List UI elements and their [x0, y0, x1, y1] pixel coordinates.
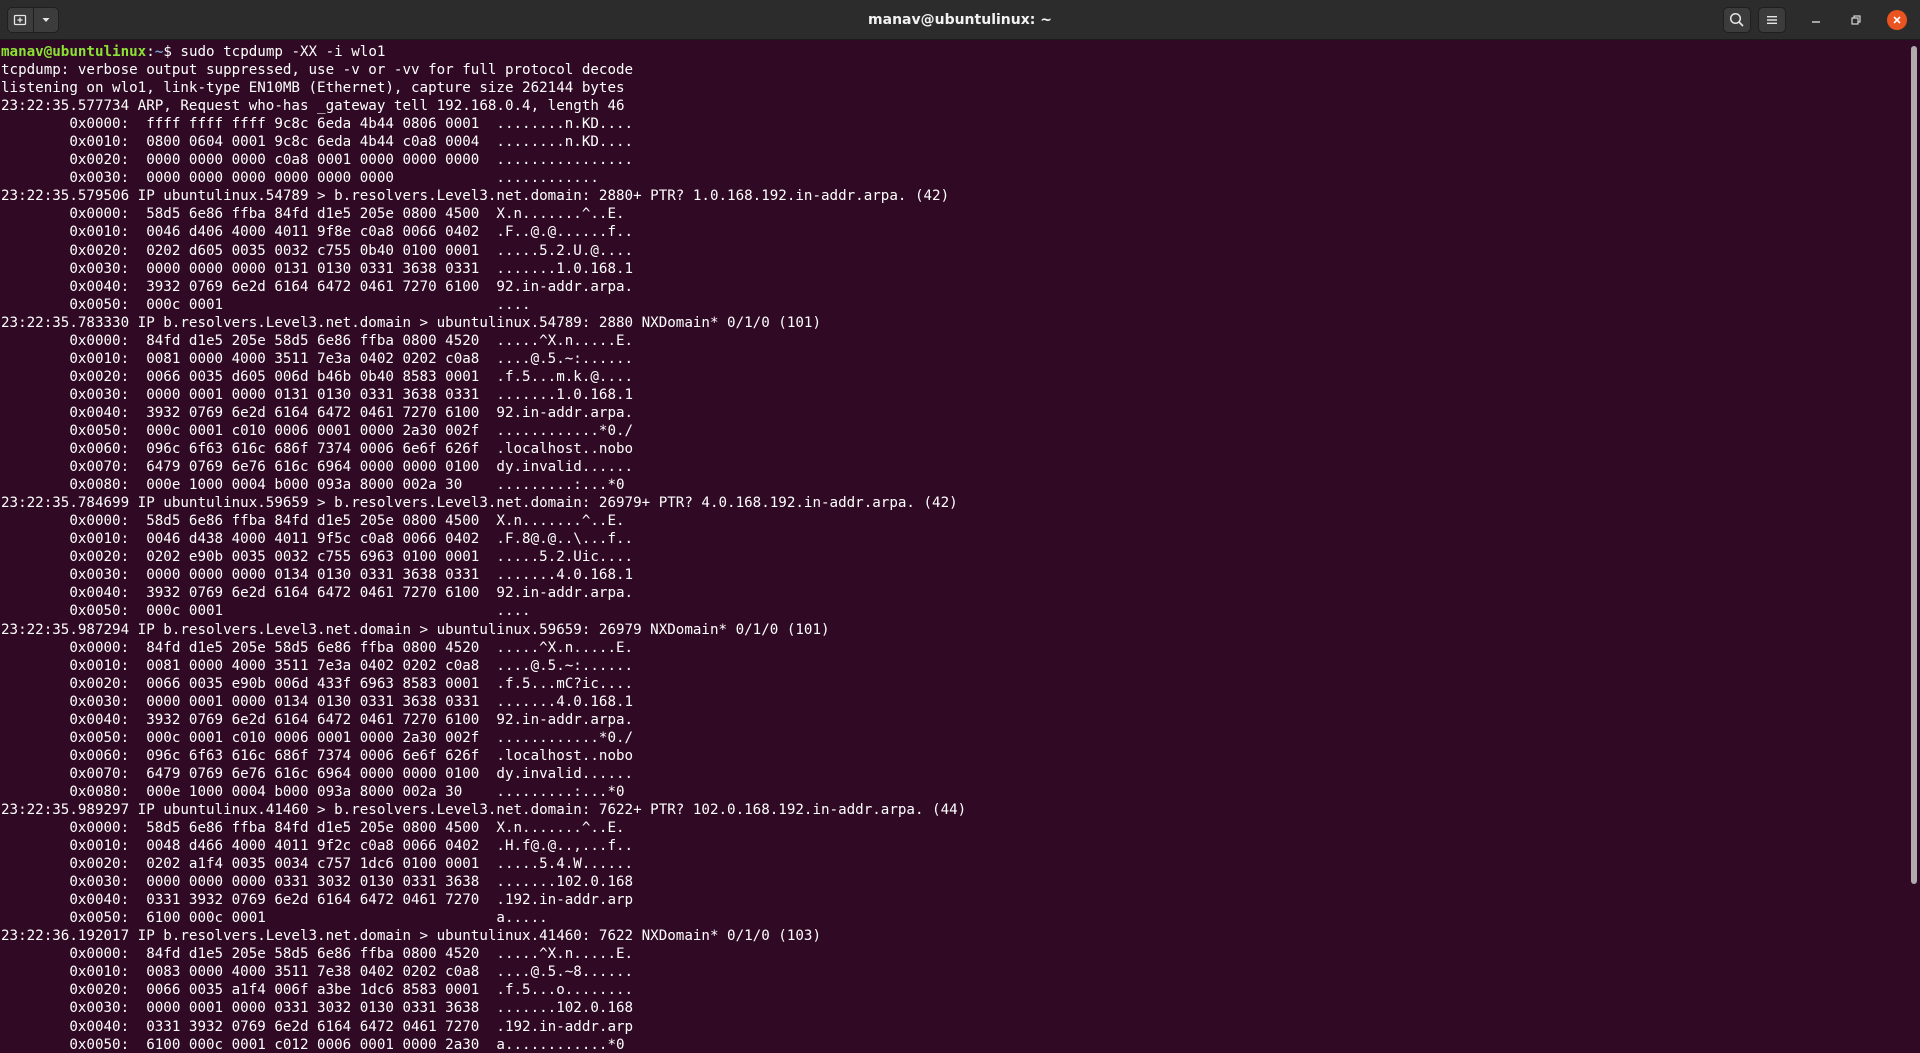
terminal-line: 0x0000: 58d5 6e86 ffba 84fd d1e5 205e 08…	[1, 820, 625, 837]
terminal-line: 0x0040: 0331 3932 0769 6e2d 6164 6472 04…	[1, 1018, 634, 1035]
terminal-line: 0x0000: 84fd d1e5 205e 58d5 6e86 ffba 08…	[1, 332, 634, 349]
terminal-line: 0x0000: 58d5 6e86 ffba 84fd d1e5 205e 08…	[1, 206, 625, 223]
terminal-line: 0x0040: 0331 3932 0769 6e2d 6164 6472 04…	[1, 892, 634, 909]
terminal-line: 23:22:36.192017 IP b.resolvers.Level3.ne…	[1, 928, 821, 945]
prompt-dollar: $	[163, 44, 181, 60]
prompt-user-host: manav@ubuntulinux	[1, 44, 147, 60]
terminal-line: 0x0000: ffff ffff ffff 9c8c 6eda 4b44 08…	[1, 116, 634, 133]
terminal-line: tcpdump: verbose output suppressed, use …	[1, 62, 634, 79]
terminal-line: 0x0010: 0048 d466 4000 4011 9f2c c0a8 00…	[1, 838, 634, 855]
prompt-line: manav@ubuntulinux:~$ sudo tcpdump -XX -i…	[0, 43, 1908, 61]
terminal-line: 23:22:35.784699 IP ubuntulinux.59659 > b…	[1, 495, 958, 512]
terminal-line: 0x0060: 096c 6f63 616c 686f 7374 0006 6e…	[1, 441, 634, 458]
terminal-line: 0x0010: 0083 0000 4000 3511 7e38 0402 02…	[1, 964, 634, 981]
terminal-line: 0x0010: 0046 d438 4000 4011 9f5c c0a8 00…	[1, 531, 634, 548]
maximize-icon	[1851, 15, 1861, 25]
chevron-down-icon	[42, 18, 50, 22]
terminal-line: 0x0010: 0800 0604 0001 9c8c 6eda 4b44 c0…	[1, 134, 634, 151]
new-tab-icon	[14, 14, 27, 26]
terminal-line: 0x0040: 3932 0769 6e2d 6164 6472 0461 72…	[1, 278, 634, 295]
terminal-line: 0x0020: 0000 0000 0000 c0a8 0001 0000 00…	[1, 152, 634, 169]
hamburger-menu-icon	[1767, 16, 1777, 24]
terminal-line: 0x0040: 3932 0769 6e2d 6164 6472 0461 72…	[1, 404, 634, 421]
minimize-button[interactable]	[1803, 7, 1829, 33]
terminal-line: 0x0080: 000e 1000 0004 b000 093a 8000 00…	[1, 477, 625, 494]
terminal-line: 0x0000: 84fd d1e5 205e 58d5 6e86 ffba 08…	[1, 946, 634, 963]
terminal-line: 0x0050: 6100 000c 0001 a.....	[1, 910, 548, 927]
terminal-window: manav@ubuntulinux: ~ manav@ubuntulinux:~…	[0, 0, 1920, 1053]
new-tab-dropdown-button[interactable]	[32, 8, 59, 32]
terminal-line: listening on wlo1, link-type EN10MB (Eth…	[1, 80, 625, 97]
terminal-scrollbar[interactable]	[1909, 40, 1920, 1053]
terminal-line: 0x0030: 0000 0001 0000 0331 3032 0130 03…	[1, 1000, 634, 1017]
output-lines: tcpdump: verbose output suppressed, use …	[0, 61, 1908, 1053]
terminal-line: 0x0050: 000c 0001 ....	[1, 296, 531, 313]
terminal-line: 0x0040: 3932 0769 6e2d 6164 6472 0461 72…	[1, 711, 634, 728]
terminal-line: 23:22:35.783330 IP b.resolvers.Level3.ne…	[1, 314, 821, 331]
window-title: manav@ubuntulinux: ~	[868, 12, 1052, 28]
terminal-line: 0x0020: 0066 0035 a1f4 006f a3be 1dc6 85…	[1, 982, 634, 999]
new-tab-button[interactable]	[8, 8, 33, 32]
terminal-line: 0x0070: 6479 0769 6e76 616c 6964 0000 00…	[1, 459, 634, 476]
terminal-line: 0x0060: 096c 6f63 616c 686f 7374 0006 6e…	[1, 747, 634, 764]
terminal-line: 0x0020: 0066 0035 e90b 006d 433f 6963 85…	[1, 675, 634, 692]
terminal-line: 0x0030: 0000 0000 0000 0331 3032 0130 03…	[1, 874, 634, 891]
terminal-line: 0x0030: 0000 0000 0000 0000 0000 0000 ..…	[1, 170, 599, 187]
prompt-colon: :	[146, 44, 155, 60]
terminal-output[interactable]: manav@ubuntulinux:~$ sudo tcpdump -XX -i…	[0, 40, 1908, 1053]
terminal-line: 0x0050: 000c 0001 ....	[1, 603, 531, 620]
title-bar[interactable]: manav@ubuntulinux: ~	[0, 0, 1920, 40]
close-button[interactable]	[1887, 10, 1907, 30]
terminal-line: 23:22:35.989297 IP ubuntulinux.41460 > b…	[1, 801, 967, 818]
menu-button[interactable]	[1758, 7, 1786, 33]
new-tab-button-group	[7, 7, 59, 33]
search-button[interactable]	[1723, 7, 1751, 33]
terminal-line: 0x0020: 0202 e90b 0035 0032 c755 6963 01…	[1, 549, 634, 566]
terminal-line: 0x0020: 0202 a1f4 0035 0034 c757 1dc6 01…	[1, 856, 634, 873]
terminal-line: 0x0010: 0081 0000 4000 3511 7e3a 0402 02…	[1, 350, 634, 367]
terminal-line: 0x0030: 0000 0001 0000 0131 0130 0331 36…	[1, 386, 634, 403]
terminal-line: 0x0050: 000c 0001 c010 0006 0001 0000 2a…	[1, 422, 634, 439]
terminal-line: 23:22:35.987294 IP b.resolvers.Level3.ne…	[1, 621, 830, 638]
terminal-line: 0x0040: 3932 0769 6e2d 6164 6472 0461 72…	[1, 585, 634, 602]
prompt-command: sudo tcpdump -XX -i wlo1	[180, 44, 386, 60]
minimize-icon	[1812, 21, 1820, 23]
terminal-line: 0x0010: 0081 0000 4000 3511 7e3a 0402 02…	[1, 657, 634, 674]
terminal-line: 0x0010: 0046 d406 4000 4011 9f8e c0a8 00…	[1, 224, 634, 241]
terminal-line: 0x0020: 0202 d605 0035 0032 c755 0b40 01…	[1, 242, 634, 259]
close-icon	[1893, 16, 1901, 24]
terminal-line: 0x0080: 000e 1000 0004 b000 093a 8000 00…	[1, 783, 625, 800]
terminal-line: 0x0050: 000c 0001 c010 0006 0001 0000 2a…	[1, 729, 634, 746]
terminal-line: 0x0030: 0000 0000 0000 0131 0130 0331 36…	[1, 260, 634, 277]
search-icon	[1729, 12, 1744, 27]
terminal-line: 0x0020: 0066 0035 d605 006d b46b 0b40 85…	[1, 368, 634, 385]
terminal-line: 0x0050: 6100 000c 0001 c012 0006 0001 00…	[1, 1036, 625, 1053]
terminal-line: 0x0070: 6479 0769 6e76 616c 6964 0000 00…	[1, 765, 634, 782]
scrollbar-thumb[interactable]	[1911, 46, 1917, 884]
terminal-line: 23:22:35.577734 ARP, Request who-has _ga…	[1, 98, 625, 115]
terminal-line: 0x0030: 0000 0001 0000 0134 0130 0331 36…	[1, 693, 634, 710]
terminal-line: 23:22:35.579506 IP ubuntulinux.54789 > b…	[1, 188, 950, 205]
terminal-line: 0x0030: 0000 0000 0000 0134 0130 0331 36…	[1, 567, 634, 584]
terminal-line: 0x0000: 84fd d1e5 205e 58d5 6e86 ffba 08…	[1, 639, 634, 656]
maximize-button[interactable]	[1843, 7, 1869, 33]
terminal-line: 0x0000: 58d5 6e86 ffba 84fd d1e5 205e 08…	[1, 513, 625, 530]
